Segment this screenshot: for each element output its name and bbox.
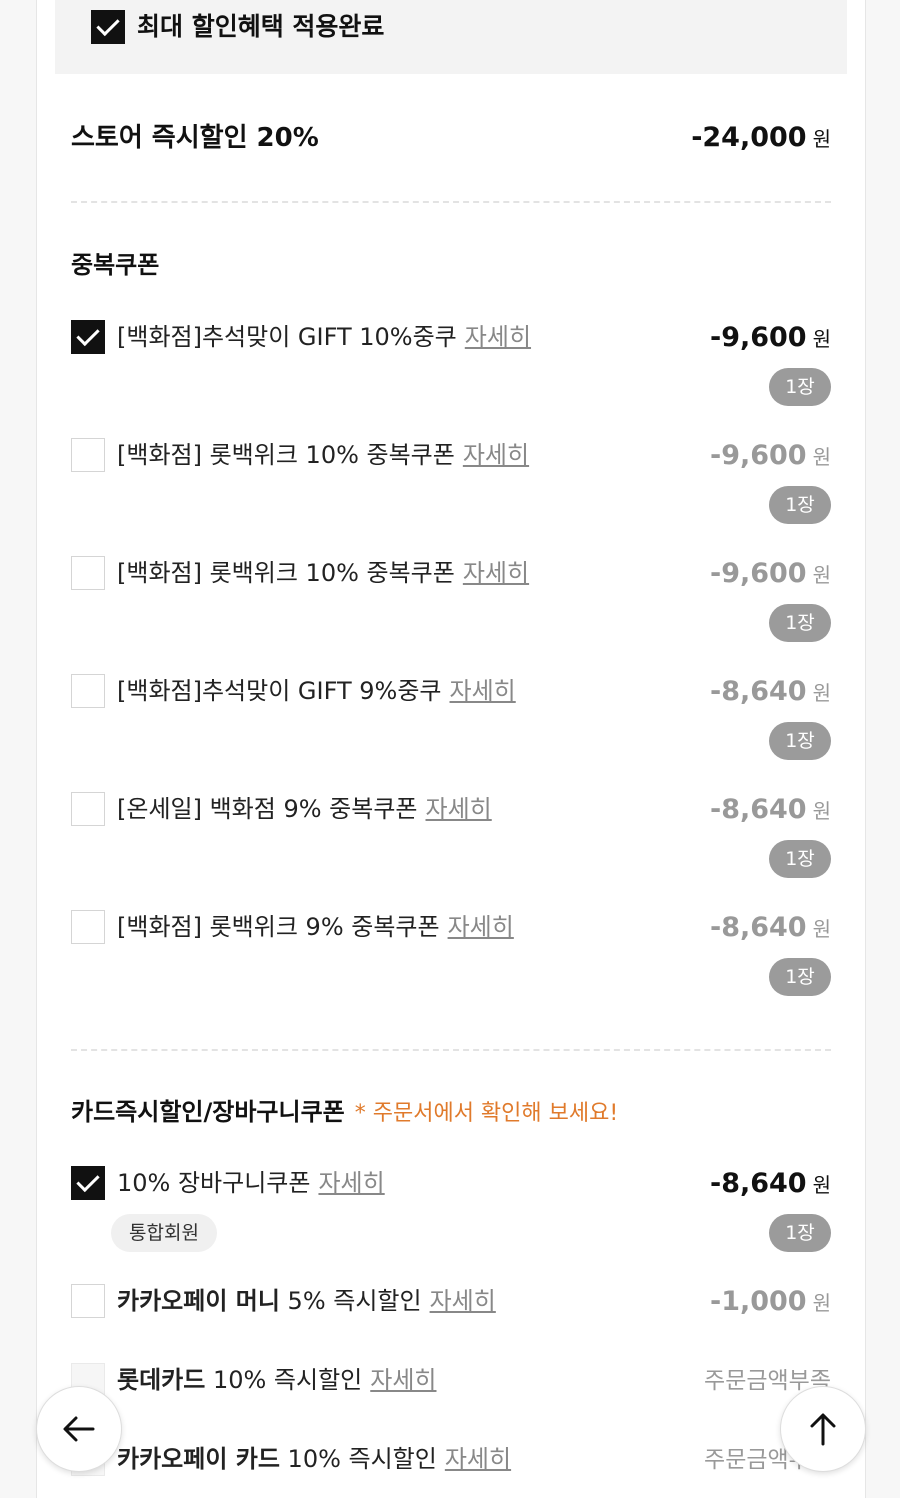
- arrow-up-icon: [810, 1413, 836, 1446]
- coupon-name: [백화점] 롯백위크 9% 중복쿠폰: [117, 913, 440, 941]
- amount-unit: 원: [812, 917, 831, 941]
- amount-unit: 원: [812, 445, 831, 469]
- coupon-checkbox[interactable]: [71, 438, 105, 472]
- coupon-checkbox[interactable]: [71, 1284, 105, 1318]
- coupon-row[interactable]: [백화점] 롯백위크 10% 중복쿠폰 자세히 -9,600 원 1장: [71, 438, 831, 548]
- coupon-checkbox[interactable]: [71, 556, 105, 590]
- amount-unit: 원: [812, 327, 831, 351]
- coupon-name: 10% 즉시할인: [279, 1445, 437, 1473]
- checkbox-checked[interactable]: [91, 10, 125, 44]
- coupon-count-badge: 1장: [769, 1214, 831, 1252]
- card-brand: 카카오페이 카드: [117, 1445, 280, 1473]
- detail-link[interactable]: 자세히: [465, 323, 531, 351]
- amount-unit: 원: [812, 1173, 831, 1197]
- coupon-amount: -8,640 원: [710, 672, 831, 713]
- amount-value: -24,000: [691, 122, 807, 153]
- detail-link[interactable]: 자세히: [426, 795, 492, 823]
- coupon-count-badge: 1장: [769, 604, 831, 642]
- arrow-left-icon: [63, 1416, 95, 1442]
- coupon-amount: -8,640 원: [710, 1164, 831, 1205]
- max-discount-banner: 최대 할인혜택 적용완료: [55, 0, 847, 74]
- card-brand: 롯데카드: [117, 1366, 206, 1394]
- coupon-name: [백화점]추석맞이 GIFT 10%중쿠: [117, 323, 457, 351]
- coupon-amount: -1,000 원: [710, 1282, 831, 1323]
- amount-unit: 원: [812, 799, 831, 823]
- coupon-name: 10% 즉시할인: [205, 1366, 363, 1394]
- coupon-count-badge: 1장: [769, 486, 831, 524]
- detail-link[interactable]: 자세히: [448, 913, 514, 941]
- amount-unit: 원: [812, 127, 831, 151]
- coupon-row[interactable]: [백화점]추석맞이 GIFT 10%중쿠 자세히 -9,600 원 1장: [71, 320, 831, 430]
- store-discount-label: 스토어 즉시할인 20%: [71, 123, 319, 153]
- detail-link[interactable]: 자세히: [370, 1366, 436, 1394]
- coupon-amount: -9,600 원: [710, 554, 831, 595]
- scroll-top-button[interactable]: [780, 1386, 866, 1472]
- section-divider: [71, 201, 831, 203]
- coupon-name: 10% 장바구니쿠폰: [117, 1169, 311, 1197]
- duplicate-coupon-title: 중복쿠폰: [71, 251, 160, 279]
- coupon-name: 5% 즉시할인: [279, 1287, 422, 1315]
- card-brand: 카카오페이 머니: [117, 1287, 280, 1315]
- amount-value: -9,600: [709, 440, 807, 471]
- detail-link[interactable]: 자세히: [445, 1445, 511, 1473]
- coupon-name: [백화점] 롯백위크 10% 중복쿠폰: [117, 559, 455, 587]
- member-tag: 통합회원: [111, 1214, 217, 1252]
- amount-value: -9,600: [709, 322, 807, 353]
- amount-unit: 원: [812, 681, 831, 705]
- coupon-name: [백화점] 롯백위크 10% 중복쿠폰: [117, 441, 455, 469]
- amount-unit: 원: [812, 1291, 831, 1315]
- coupon-name: [온세일] 백화점 9% 중복쿠폰: [117, 795, 418, 823]
- coupon-checkbox[interactable]: [71, 1166, 105, 1200]
- coupon-row[interactable]: [온세일] 백화점 9% 중복쿠폰 자세히 -8,640 원 1장: [71, 792, 831, 902]
- section-divider: [71, 1049, 831, 1051]
- store-discount-amount: -24,000 원: [691, 118, 831, 159]
- coupon-checkbox[interactable]: [71, 910, 105, 944]
- coupon-amount: -9,600 원: [710, 436, 831, 477]
- card-coupon-title: 카드즉시할인/장바구니쿠폰 * 주문서에서 확인해 보세요!: [71, 1095, 618, 1131]
- discount-panel: 최대 할인혜택 적용완료 스토어 즉시할인 20% -24,000 원 중복쿠폰 …: [36, 0, 866, 1498]
- coupon-row[interactable]: [백화점] 롯백위크 10% 중복쿠폰 자세히 -9,600 원 1장: [71, 556, 831, 666]
- coupon-amount: -8,640 원: [710, 790, 831, 831]
- detail-link[interactable]: 자세히: [318, 1169, 384, 1197]
- coupon-count-badge: 1장: [769, 368, 831, 406]
- back-button[interactable]: [36, 1386, 122, 1472]
- coupon-row[interactable]: [백화점] 롯백위크 9% 중복쿠폰 자세히 -8,640 원 1장: [71, 910, 831, 1020]
- coupon-checkbox[interactable]: [71, 674, 105, 708]
- amount-value: -8,640: [709, 912, 807, 943]
- amount-value: -1,000: [709, 1286, 807, 1317]
- card-section-note: * 주문서에서 확인해 보세요!: [354, 1101, 619, 1126]
- amount-value: -8,640: [709, 794, 807, 825]
- card-discount-row[interactable]: 카카오페이 카드 10% 즉시할인 자세히 주문금액부족: [71, 1442, 831, 1498]
- amount-unit: 원: [812, 563, 831, 587]
- coupon-checkbox[interactable]: [71, 320, 105, 354]
- coupon-count-badge: 1장: [769, 958, 831, 996]
- coupon-amount: -8,640 원: [710, 908, 831, 949]
- coupon-name: [백화점]추석맞이 GIFT 9%중쿠: [117, 677, 442, 705]
- amount-value: -8,640: [709, 676, 807, 707]
- banner-label: 최대 할인혜택 적용완료: [137, 12, 385, 41]
- detail-link[interactable]: 자세히: [450, 677, 516, 705]
- amount-value: -9,600: [709, 558, 807, 589]
- detail-link[interactable]: 자세히: [430, 1287, 496, 1315]
- card-section-title-text: 카드즉시할인/장바구니쿠폰: [71, 1098, 345, 1126]
- cart-coupon-row[interactable]: 10% 장바구니쿠폰 자세히 -8,640 원 통합회원 1장: [71, 1166, 831, 1276]
- detail-link[interactable]: 자세히: [463, 559, 529, 587]
- store-discount-row: 스토어 즉시할인 20% -24,000 원: [71, 118, 831, 158]
- coupon-count-badge: 1장: [769, 722, 831, 760]
- amount-value: -8,640: [709, 1168, 807, 1199]
- coupon-row[interactable]: [백화점]추석맞이 GIFT 9%중쿠 자세히 -8,640 원 1장: [71, 674, 831, 784]
- coupon-amount: -9,600 원: [710, 318, 831, 359]
- coupon-checkbox[interactable]: [71, 792, 105, 826]
- coupon-count-badge: 1장: [769, 840, 831, 878]
- detail-link[interactable]: 자세히: [463, 441, 529, 469]
